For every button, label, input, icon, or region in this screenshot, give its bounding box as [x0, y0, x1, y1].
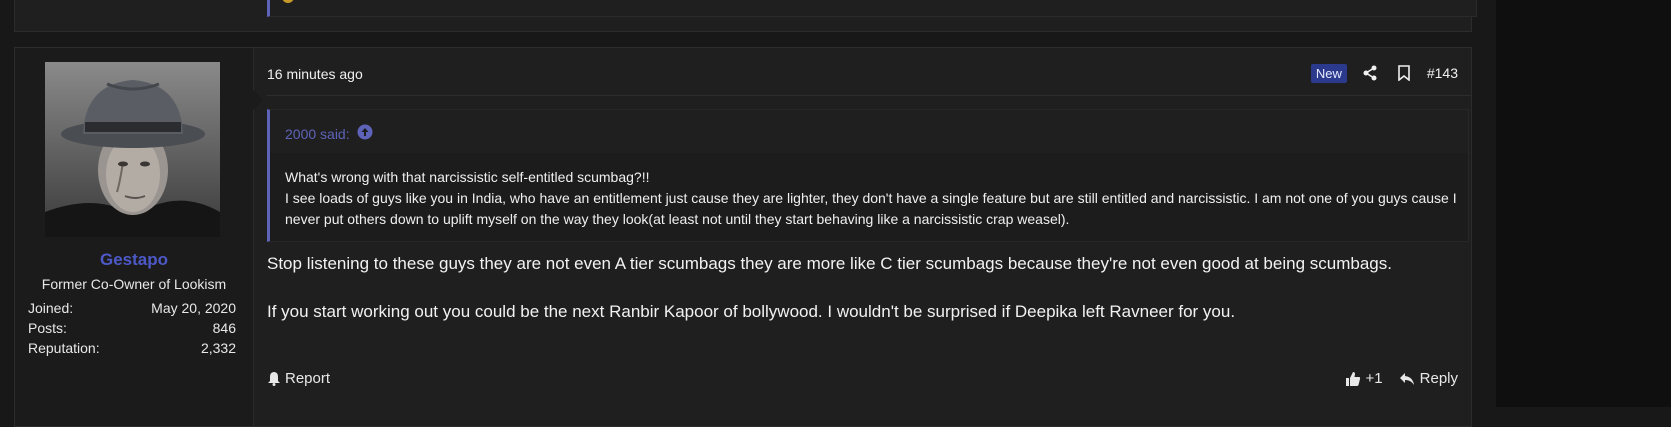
reply-icon: [1399, 372, 1415, 386]
header-divider: [267, 95, 1472, 96]
quote-line: What's wrong with that narcissistic self…: [285, 169, 650, 185]
username[interactable]: Gestapo: [15, 250, 253, 270]
stat-value: 846: [212, 320, 236, 336]
bookmark-icon[interactable]: [1393, 62, 1415, 84]
right-gutter: [1496, 0, 1671, 407]
post-paragraph: Stop listening to these guys they are no…: [267, 254, 1392, 273]
post: Gestapo Former Co-Owner of Lookism Joine…: [14, 47, 1472, 427]
report-button[interactable]: Report: [267, 370, 330, 387]
stat-label: Joined:: [28, 300, 74, 316]
stat-value: May 20, 2020: [151, 300, 236, 316]
report-label: Report: [285, 370, 331, 387]
like-button[interactable]: +1: [1345, 370, 1383, 387]
previous-post: [14, 0, 1477, 32]
post-number[interactable]: #143: [1427, 65, 1458, 81]
bell-icon: [267, 371, 281, 386]
like-label: +1: [1365, 370, 1383, 387]
quote-body: What's wrong with that narcissistic self…: [285, 167, 1460, 230]
avatar[interactable]: [45, 62, 220, 237]
previous-post-quote: [267, 0, 1477, 17]
post-body: Stop listening to these guys they are no…: [267, 252, 1417, 348]
arrow-up-circle-icon[interactable]: [357, 124, 373, 143]
stat-label: Posts:: [28, 320, 67, 336]
reply-button[interactable]: Reply: [1399, 370, 1458, 387]
quote-block: 2000 said: What's wrong with that narcis…: [267, 109, 1469, 242]
quote-line: I see loads of guys like you in India, w…: [285, 190, 1457, 227]
quote-author: 2000 said:: [285, 125, 350, 142]
reply-label: Reply: [1419, 370, 1458, 387]
quote-header: [270, 110, 1468, 153]
new-badge: New: [1310, 63, 1347, 83]
share-icon[interactable]: [1359, 62, 1381, 84]
user-panel-arrow: [253, 90, 263, 110]
user-info-panel: Gestapo Former Co-Owner of Lookism Joine…: [15, 48, 254, 426]
post-main: 16 minutes ago New #143 2000 said: What'…: [267, 48, 1472, 426]
quote-author-link[interactable]: 2000 said:: [285, 124, 373, 143]
thumbs-up-icon: [1345, 371, 1361, 387]
stat-label: Reputation:: [28, 340, 100, 356]
post-timestamp[interactable]: 16 minutes ago: [267, 66, 363, 82]
post-paragraph: If you start working out you could be th…: [267, 302, 1236, 321]
stat-value: 2,332: [200, 340, 236, 356]
user-title: Former Co-Owner of Lookism: [41, 276, 227, 292]
post-header-actions: New #143: [1310, 61, 1458, 85]
footer-actions: +1 Reply: [1345, 370, 1458, 387]
reaction-icon: [282, 0, 294, 3]
